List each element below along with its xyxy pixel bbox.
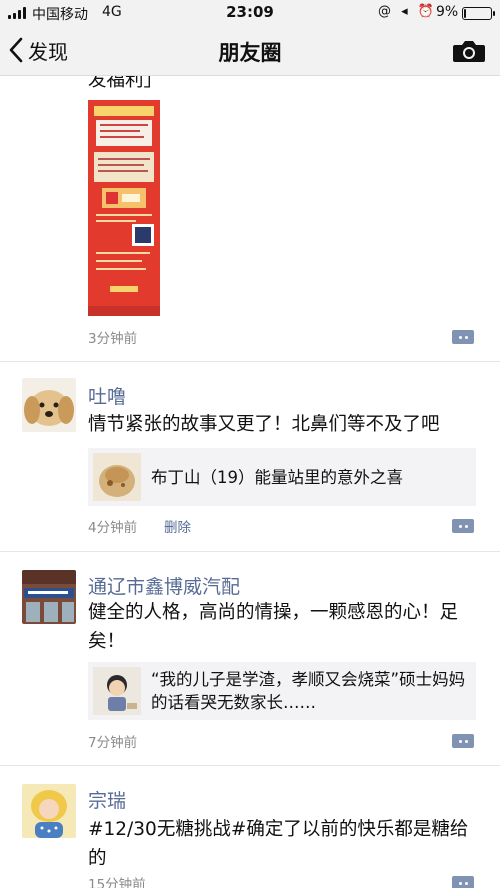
post-time: 3分钟前 xyxy=(88,331,138,347)
dot-icon xyxy=(458,335,462,339)
chevron-left-icon xyxy=(9,37,23,63)
back-button[interactable]: 发现 xyxy=(8,34,68,66)
girl-avatar-image xyxy=(22,784,76,838)
dot-icon xyxy=(458,524,462,528)
camera-icon xyxy=(453,41,485,62)
comment-action-button[interactable] xyxy=(452,330,474,344)
post-time: 4分钟前 xyxy=(88,520,138,536)
cartoon-boy-image xyxy=(93,667,141,715)
avatar[interactable] xyxy=(22,570,76,624)
dot-icon xyxy=(464,524,468,528)
post-image[interactable] xyxy=(88,100,160,316)
post-time: 7分钟前 xyxy=(88,735,138,751)
top-bar: 中国移动 4G 23:09 @ ◂ ⏰ 9% 发现 朋友圈 xyxy=(0,0,500,76)
storefront-avatar-image xyxy=(22,570,76,624)
delete-link[interactable]: 删除 xyxy=(164,516,191,536)
dot-icon xyxy=(458,881,462,885)
moment-post: 通辽市鑫博威汽配 健全的人格，高尚的情操，一颗感恩的心！足矣！ “我的儿子是学渣… xyxy=(0,552,500,766)
avatar[interactable] xyxy=(22,378,76,432)
author-name[interactable]: 宗瑞 xyxy=(88,786,126,813)
comment-action-button[interactable] xyxy=(452,734,474,748)
shared-link-card[interactable]: “我的儿子是学渣，孝顺又会烧菜”硕士妈妈的话看哭无数家长…… xyxy=(88,662,476,720)
dog-avatar-image xyxy=(22,378,76,432)
author-name[interactable]: 通辽市鑫博威汽配 xyxy=(88,572,240,599)
battery-icon xyxy=(462,7,495,20)
back-label: 发现 xyxy=(28,39,68,64)
dot-icon xyxy=(464,881,468,885)
shared-link-title: “我的儿子是学渣，孝顺又会烧菜”硕士妈妈的话看哭无数家长…… xyxy=(151,670,466,712)
dot-icon xyxy=(458,739,462,743)
camera-button[interactable] xyxy=(452,38,486,64)
pudding-image xyxy=(93,453,141,501)
avatar[interactable] xyxy=(22,784,76,838)
post-text: #12/30无糖挑战#确定了以前的快乐都是糖给的 xyxy=(88,819,469,869)
post-text: 情节紧张的故事又更了！北鼻们等不及了吧 xyxy=(88,414,440,435)
moment-post: 宗瑞 #12/30无糖挑战#确定了以前的快乐都是糖给的 15分钟前 xyxy=(0,766,500,888)
author-name[interactable]: 吐噜 xyxy=(88,382,126,409)
dot-icon xyxy=(464,335,468,339)
navigation-bar: 发现 朋友圈 xyxy=(0,26,500,76)
status-bar: 中国移动 4G 23:09 @ ◂ ⏰ 9% xyxy=(0,0,500,26)
comment-action-button[interactable] xyxy=(452,876,474,888)
shared-link-thumbnail xyxy=(93,667,141,715)
shared-link-title: 布丁山（19）能量站里的意外之喜 xyxy=(151,467,403,487)
post-time: 15分钟前 xyxy=(88,877,146,888)
shared-link-card[interactable]: 布丁山（19）能量站里的意外之喜 xyxy=(88,448,476,506)
dot-icon xyxy=(464,739,468,743)
page-title: 朋友圈 xyxy=(218,41,282,65)
poster-graphic xyxy=(88,100,160,316)
post-text: 健全的人格，高尚的情操，一颗感恩的心！足矣！ xyxy=(88,602,459,652)
status-indicator-icons: @ ◂ ⏰ xyxy=(378,4,437,19)
shared-link-thumbnail xyxy=(93,453,141,501)
battery-percent: 9% xyxy=(436,4,459,20)
moment-post: 吐噜 情节紧张的故事又更了！北鼻们等不及了吧 布丁山（19）能量站里的意外之喜 … xyxy=(0,362,500,552)
comment-action-button[interactable] xyxy=(452,519,474,533)
